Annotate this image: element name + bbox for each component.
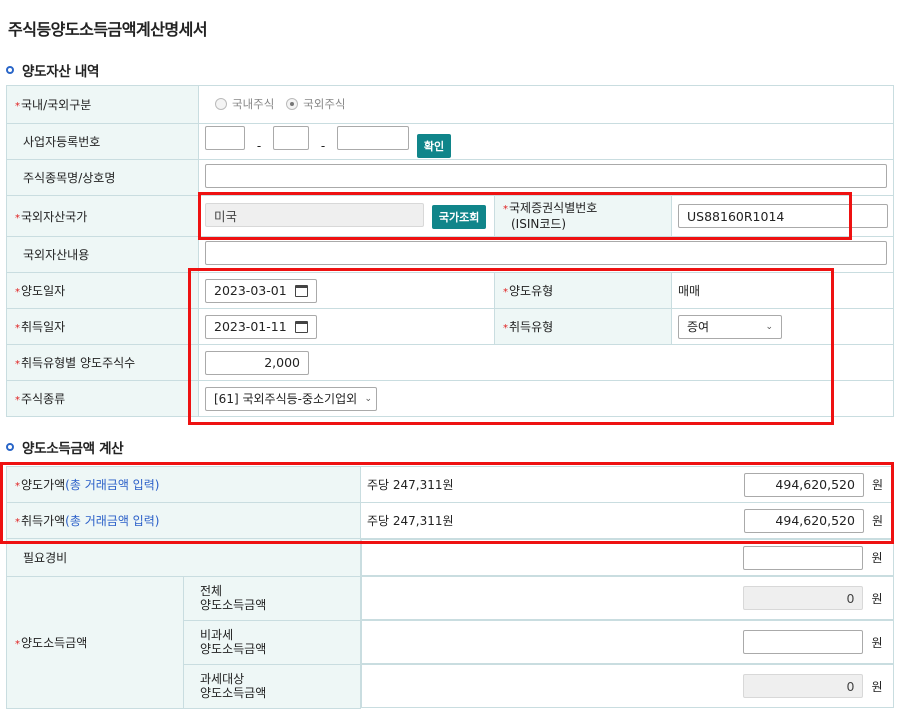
row-foreign-asset: 국외자산내용: [6, 236, 894, 273]
label-foreign-asset: 국외자산내용: [23, 248, 90, 262]
radio-checked-icon: [286, 98, 299, 110]
label-acquire-date: *취득일자: [6, 308, 199, 345]
bullet-icon: [6, 66, 14, 74]
row-transfer-date: *양도일자 2023-03-01 *양도유형 매매: [6, 272, 894, 309]
foreign-asset-input[interactable]: [205, 241, 887, 265]
transfer-per-share: 주당 247,311원: [367, 478, 454, 492]
label-acquire-type: *취득유형: [494, 308, 672, 345]
radio-foreign[interactable]: 국외주식: [286, 96, 345, 112]
row-stock-type: *주식종류 [61] 국외주식등-중소기업외 ⌄: [6, 380, 894, 417]
row-expense: 필요경비 원: [6, 538, 894, 577]
label-shares: *취득유형별 양도주식수: [6, 344, 199, 381]
stock-name-input[interactable]: [205, 164, 887, 188]
label-domestic-foreign: *국내/국외구분: [6, 85, 199, 124]
bullet-icon: [6, 443, 14, 451]
confirm-button[interactable]: 확인: [416, 133, 452, 158]
calc-table: *양도가액(총 거래금액 입력) 주당 247,311원 494,620,520…: [6, 466, 894, 709]
shares-input[interactable]: 2,000: [205, 350, 309, 375]
row-acquire-date: *취득일자 2023-01-11 *취득유형 증여 ⌄: [6, 308, 894, 345]
label-business-no: 사업자등록번호: [23, 135, 101, 149]
label-income-total: 전체 양도소득금액: [183, 575, 361, 621]
business-no-part1-input[interactable]: [205, 125, 245, 150]
label-acquire-price: *취득가액(총 거래금액 입력): [6, 502, 361, 539]
transfer-price-input[interactable]: 494,620,520: [743, 472, 864, 497]
acquire-date-input[interactable]: 2023-01-11: [205, 314, 317, 339]
isin-input[interactable]: US88160R1014: [678, 204, 888, 228]
row-foreign-country: *국외자산국가 미국 국가조회 *국제증권식별번호 (ISIN코드) US881…: [6, 195, 894, 237]
transfer-price-link[interactable]: (총 거래금액 입력): [65, 478, 159, 492]
transfer-type-value: 매매: [678, 284, 701, 298]
acquire-type-select[interactable]: 증여 ⌄: [678, 314, 782, 339]
section-title-text: 양도자산 내역: [22, 64, 100, 80]
asset-table: *국내/국외구분 국내주식 국외주식 사업자등록번호 - - 확인 주식종목명/…: [6, 85, 894, 417]
row-domestic-foreign: *국내/국외구분 국내주식 국외주식: [6, 85, 894, 124]
acquire-per-share: 주당 247,311원: [367, 514, 454, 528]
row-shares: *취득유형별 양도주식수 2,000: [6, 344, 894, 381]
row-business-no: 사업자등록번호 - - 확인: [6, 123, 894, 160]
label-income: *양도소득금액: [6, 575, 184, 709]
foreign-country-input[interactable]: 미국: [205, 203, 424, 228]
chevron-down-icon: ⌄: [765, 321, 773, 332]
radio-domestic[interactable]: 국내주식: [215, 96, 274, 112]
section-title-text: 양도소득금액 계산: [22, 441, 124, 457]
business-no-part3-input[interactable]: [337, 125, 409, 150]
label-expense: 필요경비: [23, 550, 68, 565]
section-title-assets: 양도자산 내역: [6, 60, 99, 80]
transfer-date-input[interactable]: 2023-03-01: [205, 278, 317, 303]
label-isin: *국제증권식별번호 (ISIN코드): [494, 195, 672, 237]
label-income-taxable: 과세대상 양도소득금액: [183, 663, 361, 709]
row-transfer-price: *양도가액(총 거래금액 입력) 주당 247,311원 494,620,520…: [6, 466, 894, 503]
country-lookup-button[interactable]: 국가조회: [431, 204, 487, 229]
acquire-price-link[interactable]: (총 거래금액 입력): [65, 514, 159, 528]
business-no-part2-input[interactable]: [273, 125, 309, 150]
section-title-calc: 양도소득금액 계산: [6, 437, 124, 457]
label-income-nontax: 비과세 양도소득금액: [183, 619, 361, 665]
stock-type-select[interactable]: [61] 국외주식등-중소기업외 ⌄: [205, 386, 377, 411]
calendar-icon[interactable]: [295, 320, 308, 333]
label-transfer-type: *양도유형: [494, 272, 672, 309]
row-acquire-price: *취득가액(총 거래금액 입력) 주당 247,311원 494,620,520…: [6, 502, 894, 539]
expense-input[interactable]: [743, 545, 864, 570]
label-stock-type: *주식종류: [6, 380, 199, 417]
label-transfer-date: *양도일자: [6, 272, 199, 309]
radio-circle-icon: [215, 98, 227, 110]
income-taxable-input: 0: [743, 674, 864, 698]
chevron-down-icon: ⌄: [364, 393, 372, 404]
row-income-total: *양도소득금액 전체 양도소득금액 0 원: [6, 575, 894, 709]
income-total-input: 0: [743, 586, 864, 610]
income-nontax-input[interactable]: [743, 630, 864, 654]
page-title: 주식등양도소득금액계산명세서: [8, 20, 208, 39]
label-foreign-country: *국외자산국가: [6, 195, 199, 237]
acquire-price-input[interactable]: 494,620,520: [743, 508, 864, 533]
row-stock-name: 주식종목명/상호명: [6, 159, 894, 196]
label-transfer-price: *양도가액(총 거래금액 입력): [6, 466, 361, 503]
label-stock-name: 주식종목명/상호명: [23, 171, 116, 185]
calendar-icon[interactable]: [295, 284, 308, 297]
